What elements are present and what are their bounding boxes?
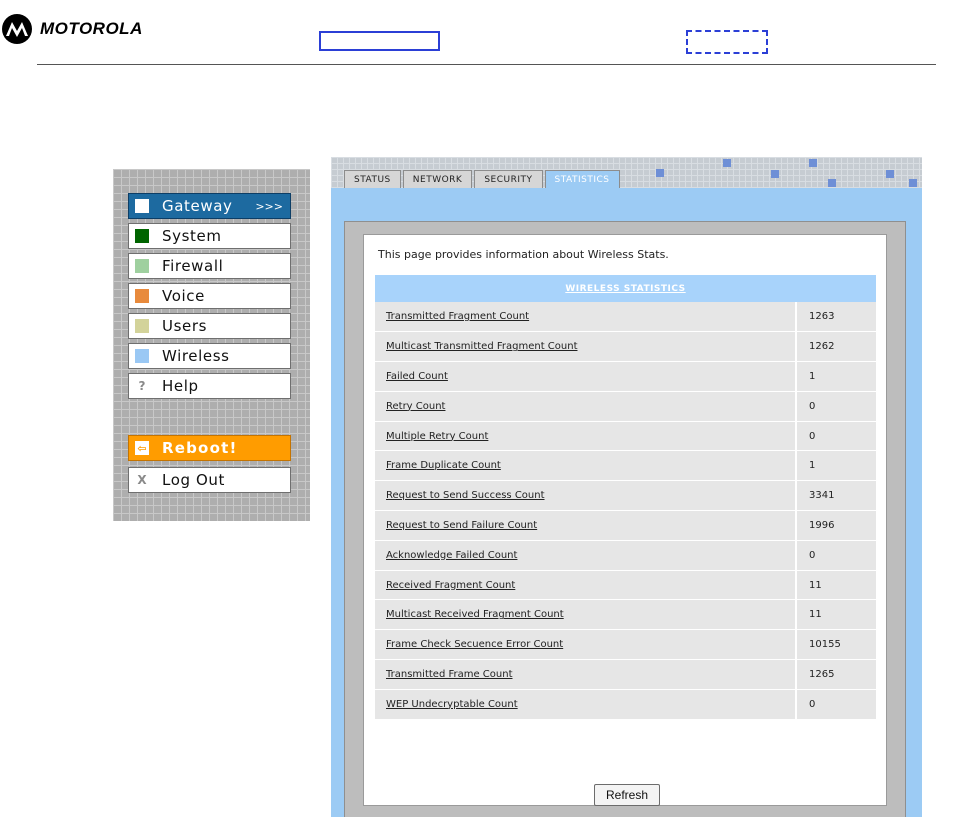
stat-name[interactable]: Received Fragment Count — [375, 570, 796, 601]
header-focus-box[interactable] — [686, 30, 768, 54]
table-row: Request to Send Success Count 3341 — [375, 480, 876, 512]
stat-name[interactable]: Acknowledge Failed Count — [375, 540, 796, 571]
voice-swatch-icon — [135, 289, 149, 303]
stat-name[interactable]: Retry Count — [375, 391, 796, 422]
sidebar-item-users[interactable]: Users — [128, 313, 291, 339]
table-row: Multiple Retry Count 0 — [375, 421, 876, 452]
table-row: Frame Duplicate Count 1 — [375, 450, 876, 482]
stat-value: 0 — [795, 391, 876, 422]
decor-square — [771, 170, 779, 178]
gateway-swatch-icon — [135, 199, 149, 213]
table-row: Frame Check Secuence Error Count 10155 — [375, 629, 876, 661]
brand-name: MOTOROLA — [40, 19, 143, 38]
stat-name[interactable]: Multicast Received Fragment Count — [375, 599, 796, 631]
stat-value: 1 — [795, 450, 876, 482]
tab-network[interactable]: NETWORK — [402, 170, 473, 188]
logout-button[interactable]: X Log Out — [128, 467, 291, 493]
stat-name[interactable]: Multiple Retry Count — [375, 421, 796, 452]
sidebar-item-label: System — [162, 227, 222, 245]
decor-square — [909, 179, 917, 187]
table-row: Retry Count 0 — [375, 391, 876, 422]
decor-square — [886, 170, 894, 178]
sidebar-item-voice[interactable]: Voice — [128, 283, 291, 309]
tab-bar: STATUS NETWORK SECURITY STATISTICS — [344, 170, 622, 188]
stat-name[interactable]: Multicast Transmitted Fragment Count — [375, 331, 796, 363]
sidebar-item-wireless[interactable]: Wireless — [128, 343, 291, 369]
sidebar-item-firewall[interactable]: Firewall — [128, 253, 291, 279]
table-header[interactable]: WIRELESS STATISTICS — [375, 275, 876, 302]
users-swatch-icon — [135, 319, 149, 333]
sidebar-item-label: Firewall — [162, 257, 224, 275]
sidebar-nav: Gateway >>> System Firewall Voice Users … — [113, 169, 310, 521]
stat-value: 0 — [795, 689, 876, 720]
sidebar-item-label: Help — [162, 377, 199, 395]
table-row: Failed Count 1 — [375, 361, 876, 392]
table-row: Transmitted Frame Count 1265 — [375, 659, 876, 690]
content-frame: This page provides information about Wir… — [344, 221, 906, 817]
table-row: WEP Undecryptable Count 0 — [375, 689, 876, 720]
reboot-label: Reboot! — [162, 439, 238, 457]
system-swatch-icon — [135, 229, 149, 243]
stat-value: 1265 — [795, 659, 876, 690]
table-row: Acknowledge Failed Count 0 — [375, 540, 876, 571]
wireless-swatch-icon — [135, 349, 149, 363]
page-description: This page provides information about Wir… — [378, 248, 669, 261]
content-area: This page provides information about Wir… — [363, 234, 887, 806]
question-icon: ? — [138, 379, 146, 393]
stat-value: 0 — [795, 540, 876, 571]
stat-value: 11 — [795, 599, 876, 631]
stat-name[interactable]: Transmitted Frame Count — [375, 659, 796, 690]
stat-value: 1996 — [795, 510, 876, 541]
tab-security[interactable]: SECURITY — [474, 170, 543, 188]
stat-value: 1262 — [795, 331, 876, 363]
sidebar-item-label: Wireless — [162, 347, 230, 365]
sidebar-item-label: Users — [162, 317, 208, 335]
sidebar-item-label: Voice — [162, 287, 205, 305]
refresh-button[interactable]: Refresh — [594, 784, 660, 806]
back-arrow-icon: ⇦ — [135, 441, 149, 455]
chevron-right-icon: >>> — [255, 199, 283, 213]
main-panel: STATUS NETWORK SECURITY STATISTICS This … — [331, 157, 922, 817]
logout-label: Log Out — [162, 471, 225, 489]
stat-name[interactable]: Failed Count — [375, 361, 796, 392]
table-row: Transmitted Fragment Count 1263 — [375, 302, 876, 333]
stat-value: 1 — [795, 361, 876, 392]
tab-statistics[interactable]: STATISTICS — [544, 170, 620, 188]
stat-name[interactable]: Transmitted Fragment Count — [375, 302, 796, 333]
sidebar-item-label: Gateway — [162, 197, 233, 215]
stat-value: 11 — [795, 570, 876, 601]
sidebar-item-help[interactable]: ? Help — [128, 373, 291, 399]
stat-value: 10155 — [795, 629, 876, 661]
sidebar-item-gateway[interactable]: Gateway >>> — [128, 193, 291, 219]
stat-name[interactable]: Request to Send Failure Count — [375, 510, 796, 541]
table-row: Multicast Transmitted Fragment Count 1262 — [375, 331, 876, 363]
header-link-box[interactable] — [319, 31, 440, 51]
reboot-button[interactable]: ⇦ Reboot! — [128, 435, 291, 461]
stat-name[interactable]: Frame Check Secuence Error Count — [375, 629, 796, 661]
wireless-statistics-table: WIRELESS STATISTICS Transmitted Fragment… — [375, 275, 876, 720]
motorola-batwing-logo-icon — [2, 14, 32, 44]
firewall-swatch-icon — [135, 259, 149, 273]
decor-square — [723, 159, 731, 167]
decor-square — [828, 179, 836, 187]
header-divider — [37, 64, 936, 65]
decor-square — [809, 159, 817, 167]
decor-square — [656, 169, 664, 177]
stat-value: 1263 — [795, 302, 876, 333]
sidebar-item-system[interactable]: System — [128, 223, 291, 249]
tab-status[interactable]: STATUS — [344, 170, 401, 188]
stat-name[interactable]: Frame Duplicate Count — [375, 450, 796, 482]
stat-value: 3341 — [795, 480, 876, 512]
stat-name[interactable]: Request to Send Success Count — [375, 480, 796, 512]
x-icon: X — [137, 473, 147, 487]
tab-strip: STATUS NETWORK SECURITY STATISTICS — [331, 157, 922, 188]
stat-value: 0 — [795, 421, 876, 452]
motorola-logo: MOTOROLA — [2, 14, 143, 44]
table-row: Multicast Received Fragment Count 11 — [375, 599, 876, 631]
stat-name[interactable]: WEP Undecryptable Count — [375, 689, 796, 720]
table-row: Received Fragment Count 11 — [375, 570, 876, 601]
table-row: Request to Send Failure Count 1996 — [375, 510, 876, 541]
